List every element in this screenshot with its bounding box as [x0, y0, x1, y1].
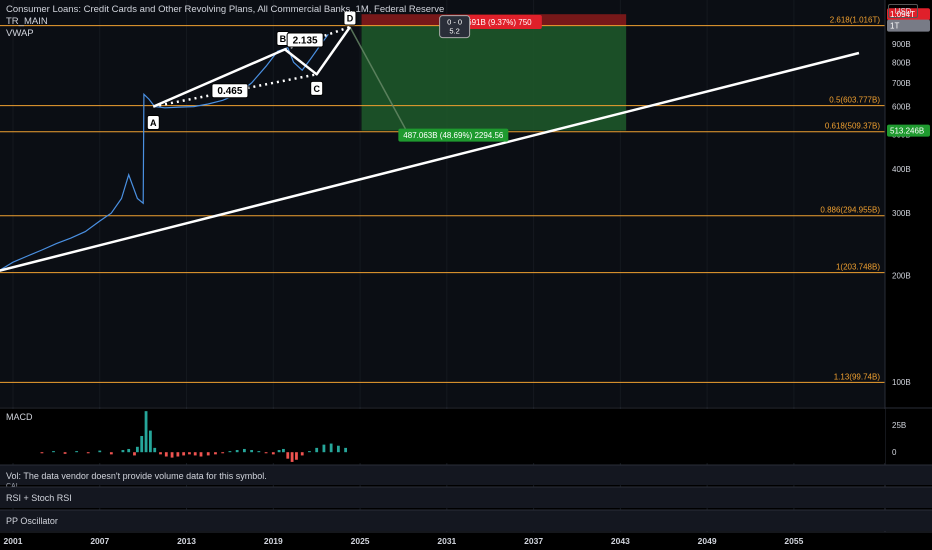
macd-histogram-bar	[98, 450, 102, 453]
macd-histogram-bar	[206, 452, 210, 456]
macd-histogram-bar	[221, 452, 225, 454]
macd-histogram-bar	[250, 450, 254, 453]
x-tick-label: 2055	[784, 536, 803, 546]
macd-histogram-bar	[199, 452, 203, 457]
macd-histogram-bar	[329, 443, 333, 453]
indicator-pane-label: RSI + Stoch RSI	[6, 493, 72, 503]
macd-histogram-bar	[277, 450, 281, 453]
macd-histogram-bar	[282, 448, 285, 453]
macd-histogram-bar	[52, 451, 55, 453]
y-tick-label: 400B	[892, 165, 911, 174]
x-tick-label: 2043	[611, 536, 630, 546]
y-tick-label: 100B	[892, 378, 911, 387]
macd-histogram-bar	[336, 445, 340, 453]
macd-histogram-bar	[188, 452, 191, 455]
macd-histogram-bar	[290, 452, 294, 462]
macd-histogram-bar	[235, 450, 239, 453]
currency-button[interactable]: USD	[888, 4, 918, 18]
macd-histogram-bar	[148, 430, 152, 453]
macd-histogram-bar	[182, 452, 186, 456]
macd-histogram-bar	[164, 452, 168, 457]
macd-y-tick-label: 0	[892, 448, 897, 457]
macd-histogram-bar	[40, 452, 44, 454]
indicator-label-vwap[interactable]: VWAP	[6, 28, 34, 40]
fib-level-label: 0.886(294.955B)	[820, 206, 880, 215]
price-axis-label: 513.246B	[890, 126, 924, 135]
macd-pane-background	[0, 409, 885, 463]
macd-histogram-bar	[242, 448, 246, 453]
chart-title: Consumer Loans: Credit Cards and Other R…	[6, 4, 445, 15]
macd-histogram-bar	[176, 452, 180, 457]
macd-histogram-bar	[228, 451, 232, 453]
macd-histogram-bar	[257, 451, 261, 453]
macd-histogram-bar	[322, 444, 326, 453]
fib-level-label: 0.5(603.777B)	[829, 96, 880, 105]
macd-histogram-bar	[135, 446, 139, 453]
macd-histogram-bar	[286, 452, 290, 459]
indicator-label-tr-main[interactable]: TR_MAIN	[6, 16, 48, 28]
macd-histogram-bar	[153, 447, 157, 453]
macd-histogram-bar	[315, 447, 319, 453]
macd-histogram-bar	[271, 452, 275, 455]
macd-histogram-bar	[159, 452, 162, 455]
y-tick-label: 600B	[892, 103, 911, 112]
macd-histogram-bar	[300, 452, 304, 456]
price-axis-label: 1T	[890, 21, 899, 30]
pattern-point-label-a: A	[150, 118, 157, 128]
ratio-label: 0.465	[217, 86, 242, 97]
macd-histogram-bar	[75, 451, 79, 453]
x-tick-label: 2001	[4, 536, 23, 546]
macd-label: MACD	[6, 412, 33, 422]
fib-level-label: 1(203.748B)	[836, 263, 880, 272]
fib-level-label: 0.618(509.37B)	[825, 122, 880, 131]
fib-level-label: 1.13(99.74B)	[834, 372, 881, 381]
x-tick-label: 2007	[90, 536, 109, 546]
indicator-pane-label: Vol: The data vendor doesn't provide vol…	[6, 471, 267, 481]
take-profit-zone	[361, 25, 627, 131]
pattern-point-label-c: C	[313, 84, 320, 94]
macd-histogram-bar	[63, 452, 67, 454]
x-tick-label: 2037	[524, 536, 543, 546]
macd-histogram-bar	[264, 452, 268, 454]
macd-histogram-bar	[127, 448, 131, 453]
chart-root: 2.618(1.016T) 0.5(603.777B) 0.618(509.37B)…	[0, 0, 932, 550]
position-info-top: 0 - 0	[447, 18, 462, 27]
macd-histogram-bar	[344, 447, 348, 453]
y-tick-label: 200B	[892, 271, 911, 280]
macd-histogram-bar	[86, 452, 90, 454]
y-tick-label: 800B	[892, 58, 911, 67]
position-info-bottom: 5.2	[449, 27, 459, 36]
pattern-point-label-b: B	[280, 34, 287, 44]
macd-histogram-bar	[144, 411, 148, 453]
y-tick-label: 900B	[892, 40, 911, 49]
macd-histogram-bar	[214, 452, 217, 455]
y-tick-label: 700B	[892, 79, 911, 88]
macd-histogram-bar	[170, 452, 174, 458]
x-tick-label: 2031	[437, 536, 456, 546]
macd-histogram-bar	[121, 450, 125, 453]
macd-histogram-bar	[140, 436, 144, 453]
indicator-pane-label: PP Oscillator	[6, 516, 58, 526]
macd-histogram-bar	[308, 451, 311, 453]
fib-level-label: 2.618(1.016T)	[830, 16, 881, 25]
macd-histogram-bar	[193, 452, 197, 456]
macd-y-tick-label: 25B	[892, 421, 906, 430]
target-label: 487.063B (48.69%) 2294.56	[403, 131, 504, 140]
y-tick-label: 300B	[892, 209, 911, 218]
chart-canvas[interactable]: 2.618(1.016T) 0.5(603.777B) 0.618(509.37B)…	[0, 0, 932, 550]
x-tick-label: 2049	[698, 536, 717, 546]
ratio-label: 2.135	[293, 36, 318, 47]
indicator-pane	[0, 487, 932, 508]
x-tick-label: 2025	[351, 536, 370, 546]
x-tick-label: 2019	[264, 536, 283, 546]
macd-histogram-bar	[133, 452, 136, 456]
indicator-pane	[0, 510, 932, 531]
macd-histogram-bar	[109, 452, 113, 455]
x-tick-label: 2013	[177, 536, 196, 546]
macd-histogram-bar	[295, 452, 298, 460]
